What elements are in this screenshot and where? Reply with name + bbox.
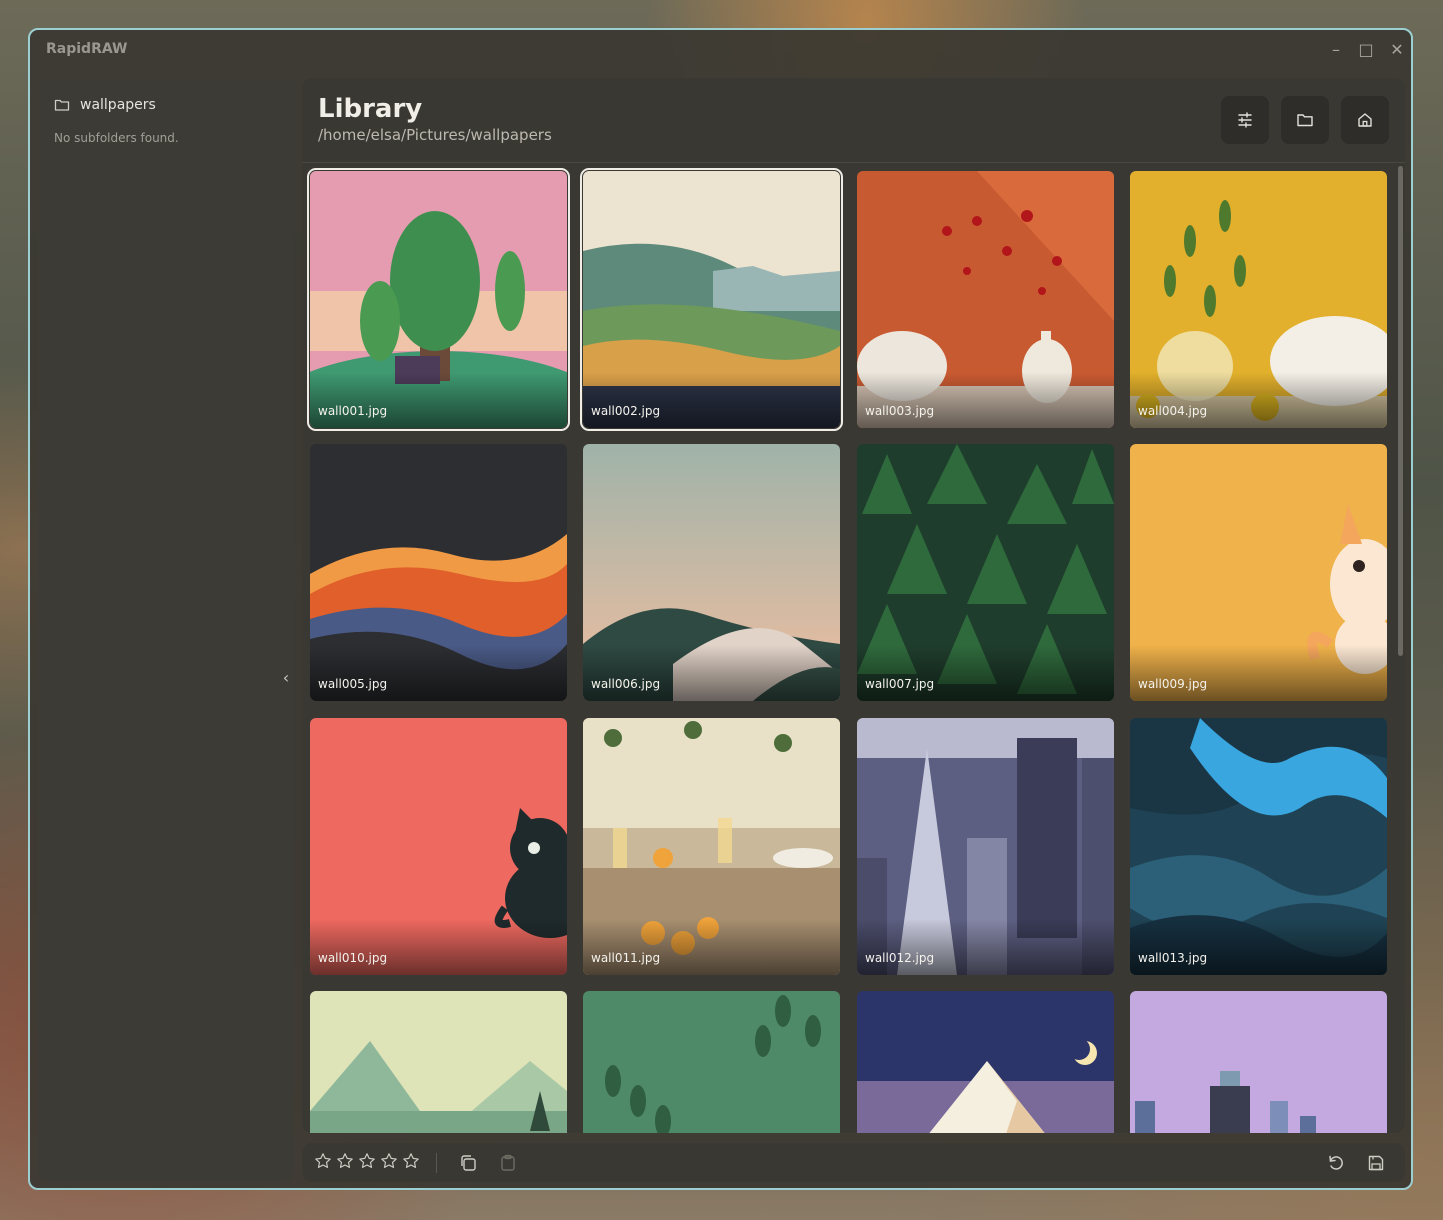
- thumbnail-image: [310, 991, 567, 1133]
- caption-shade: [857, 919, 1114, 975]
- caption-shade: [310, 919, 567, 975]
- grid-scrollbar[interactable]: [1398, 166, 1403, 656]
- image-thumbnail[interactable]: wall013.jpg: [1130, 718, 1387, 975]
- folder-label: wallpapers: [80, 97, 156, 113]
- file-name: wall002.jpg: [591, 404, 661, 418]
- star-icon[interactable]: [314, 1152, 332, 1170]
- file-name: wall005.jpg: [318, 677, 388, 691]
- folder-sidebar: wallpapers No subfolders found. ‹: [38, 78, 294, 1182]
- folder-icon: [54, 99, 70, 111]
- caption-shade: [583, 919, 840, 975]
- file-name: wall013.jpg: [1138, 951, 1208, 965]
- paste-icon[interactable]: [498, 1153, 518, 1173]
- file-name: wall001.jpg: [318, 404, 388, 418]
- star-icon[interactable]: [380, 1152, 398, 1170]
- caption-shade: [1130, 372, 1387, 428]
- folder-icon: [1297, 114, 1313, 127]
- copy-icon[interactable]: [458, 1153, 478, 1173]
- image-thumbnail[interactable]: wall001.jpg: [307, 168, 570, 431]
- minimize-icon[interactable]: –: [1324, 38, 1348, 62]
- image-thumbnail[interactable]: wall011.jpg: [583, 718, 840, 975]
- file-name: wall007.jpg: [865, 677, 935, 691]
- file-name: wall004.jpg: [1138, 404, 1208, 418]
- image-thumbnail[interactable]: wall009.jpg: [1130, 444, 1387, 701]
- toolbar-divider: [436, 1153, 437, 1173]
- maximize-icon[interactable]: □: [1354, 38, 1378, 62]
- star-icon[interactable]: [402, 1152, 420, 1170]
- star-rating[interactable]: [314, 1152, 420, 1170]
- caption-shade: [583, 372, 840, 428]
- file-name: wall003.jpg: [865, 404, 935, 418]
- header-divider: [302, 162, 1405, 163]
- caption-shade: [857, 645, 1114, 701]
- image-thumbnail[interactable]: [310, 991, 567, 1133]
- bottom-toolbar: [302, 1143, 1405, 1182]
- file-name: wall009.jpg: [1138, 677, 1208, 691]
- thumbnail-image: [583, 991, 840, 1133]
- empty-subfolders-message: No subfolders found.: [54, 131, 179, 145]
- caption-shade: [1130, 919, 1387, 975]
- app-title: RapidRAW: [46, 41, 128, 57]
- collapse-sidebar-icon[interactable]: ‹: [278, 668, 294, 687]
- file-name: wall006.jpg: [591, 677, 661, 691]
- image-thumbnail[interactable]: wall006.jpg: [583, 444, 840, 701]
- star-icon[interactable]: [358, 1152, 376, 1170]
- image-thumbnail[interactable]: wall003.jpg: [857, 171, 1114, 428]
- image-thumbnail[interactable]: [857, 991, 1114, 1133]
- file-name: wall012.jpg: [865, 951, 935, 965]
- home-button[interactable]: [1341, 96, 1389, 144]
- image-thumbnail[interactable]: wall005.jpg: [310, 444, 567, 701]
- page-title: Library: [318, 94, 423, 124]
- title-bar[interactable]: RapidRAW – □ ✕: [30, 30, 1411, 72]
- save-icon[interactable]: [1366, 1153, 1386, 1173]
- caption-shade: [583, 645, 840, 701]
- thumbnail-image: [857, 991, 1114, 1133]
- reset-icon[interactable]: [1326, 1153, 1346, 1173]
- image-thumbnail[interactable]: [583, 991, 840, 1133]
- image-thumbnail[interactable]: wall010.jpg: [310, 718, 567, 975]
- sliders-icon: [1238, 112, 1252, 128]
- image-thumbnail[interactable]: wall002.jpg: [580, 168, 843, 431]
- adjustments-button[interactable]: [1221, 96, 1269, 144]
- star-icon[interactable]: [336, 1152, 354, 1170]
- file-name: wall010.jpg: [318, 951, 388, 965]
- image-thumbnail[interactable]: wall004.jpg: [1130, 171, 1387, 428]
- caption-shade: [310, 372, 567, 428]
- close-icon[interactable]: ✕: [1385, 38, 1409, 62]
- library-panel: Library /home/elsa/Pictures/wallpapers w…: [302, 78, 1405, 1133]
- home-icon: [1358, 113, 1372, 127]
- open-folder-button[interactable]: [1281, 96, 1329, 144]
- caption-shade: [857, 372, 1114, 428]
- image-thumbnail[interactable]: wall012.jpg: [857, 718, 1114, 975]
- caption-shade: [1130, 645, 1387, 701]
- image-thumbnail[interactable]: [1130, 991, 1387, 1133]
- app-window: RapidRAW – □ ✕ wallpapers No subfolders …: [28, 28, 1413, 1190]
- library-path: /home/elsa/Pictures/wallpapers: [318, 126, 552, 144]
- file-name: wall011.jpg: [591, 951, 661, 965]
- folder-tree-item[interactable]: wallpapers: [54, 94, 156, 116]
- thumbnail-image: [1130, 991, 1387, 1133]
- image-thumbnail[interactable]: wall007.jpg: [857, 444, 1114, 701]
- caption-shade: [310, 645, 567, 701]
